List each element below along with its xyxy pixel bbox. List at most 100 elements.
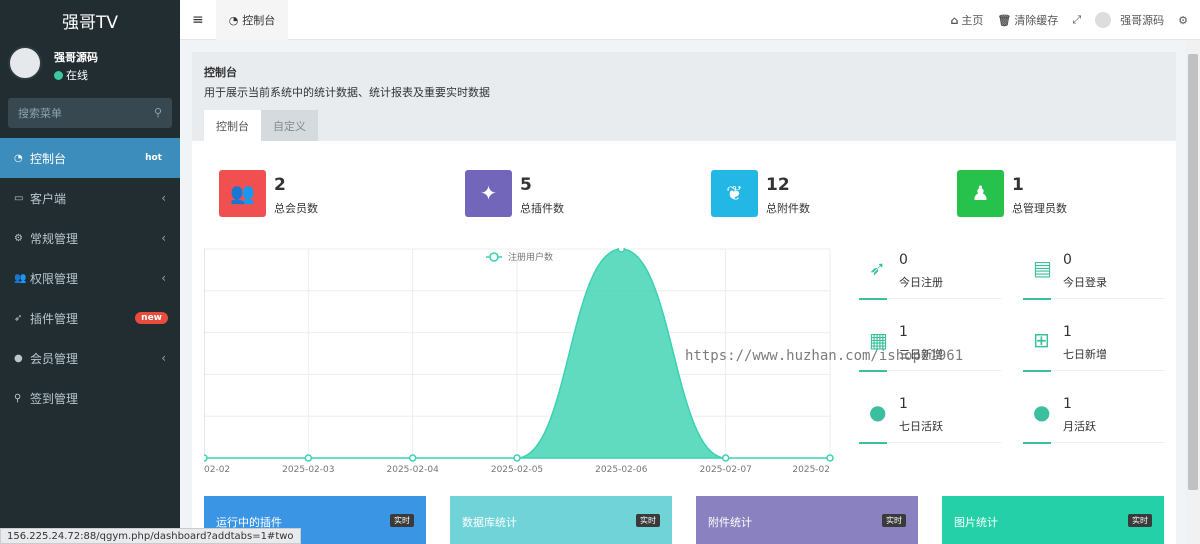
- status-url: 156.225.24.72:88/qgym.php/dashboard?addt…: [0, 528, 301, 544]
- sidebar-item-0[interactable]: ◔ 控制台 hot: [0, 138, 180, 178]
- page-description: 用于展示当前系统中的统计数据、统计报表及重要实时数据: [204, 86, 490, 99]
- fullscreen-icon[interactable]: ⤢: [1072, 13, 1081, 27]
- magic-icon: ✦: [465, 169, 512, 217]
- id-card-icon: ▤: [1033, 256, 1052, 280]
- user-circle-icon: ●: [869, 400, 887, 424]
- search-placeholder: 搜索菜单: [18, 107, 62, 120]
- sidebar-item-3[interactable]: 👥 权限管理 ‹: [0, 258, 180, 298]
- trash-icon: 🗑: [997, 13, 1012, 27]
- dashboard-icon: ◔: [14, 152, 23, 164]
- side-stat-label: 今日登录: [1063, 276, 1107, 289]
- divider: [1023, 298, 1165, 300]
- x-tick-label: 2025-02-04: [387, 465, 440, 475]
- divider: [1023, 442, 1165, 444]
- home-link[interactable]: ⌂ 主页: [950, 12, 983, 28]
- stat-label: 总会员数: [274, 202, 318, 215]
- main-content: 控制台 用于展示当前系统中的统计数据、统计报表及重要实时数据 控制台 自定义 👥…: [192, 52, 1176, 544]
- side-stat-value: 1: [899, 396, 908, 412]
- chevron-left-icon: ‹: [161, 231, 166, 245]
- scrollbar[interactable]: [1186, 40, 1200, 544]
- search-icon[interactable]: ⚲: [154, 106, 162, 119]
- home-label: 主页: [961, 14, 984, 27]
- x-tick-label: 2025-02-05: [491, 465, 543, 475]
- info-card: 图片统计 实时: [942, 496, 1164, 544]
- stat-card: ✦ 5 总插件数: [465, 169, 564, 217]
- sidebar-item-1[interactable]: ▭ 客户端 ‹: [0, 178, 180, 218]
- tab-custom[interactable]: 自定义: [261, 110, 318, 141]
- stat-value: 1: [1012, 175, 1024, 195]
- top-username: 强哥源码: [1120, 14, 1165, 27]
- sidebar: 强哥TV 强哥源码 在线 搜索菜单 ⚲ ◔ 控制台 hot ▭ 客户端 ‹ ⚙ 常规管理 ‹ 👥 权限…: [0, 0, 180, 544]
- group-icon: 👥: [14, 272, 27, 284]
- side-stat: ● 1 七日活跃: [859, 394, 1001, 444]
- stat-label: 总管理员数: [1012, 202, 1067, 215]
- sidebar-item-label: 插件管理: [30, 311, 79, 326]
- user-icon: ♟: [957, 169, 1004, 217]
- side-stat: ➶ 0 今日注册: [859, 250, 1001, 300]
- app-logo[interactable]: 强哥TV: [0, 0, 180, 40]
- stat-value: 12: [766, 175, 790, 195]
- divider: [859, 298, 1001, 300]
- x-tick-label: 2025-02: [792, 465, 830, 475]
- page-tabs: 控制台 自定义: [204, 110, 318, 141]
- data-point: [200, 454, 208, 462]
- side-stat-value: 1: [1063, 324, 1072, 340]
- side-stat: ● 1 月活跃: [1023, 394, 1165, 444]
- tab-dashboard[interactable]: 控制台: [204, 110, 261, 141]
- sidebar-item-label: 签到管理: [30, 391, 79, 406]
- realtime-badge: 实时: [390, 514, 414, 527]
- stat-label: 总插件数: [520, 202, 564, 215]
- sidebar-item-label: 客户端: [30, 191, 67, 206]
- user-circle-icon: ●: [14, 352, 23, 364]
- leaf-icon: ❦: [711, 169, 758, 217]
- watermark: https://www.huzhan.com/ishop21961: [685, 348, 964, 364]
- avatar: [1095, 12, 1112, 28]
- map-marker-icon: ⚲: [14, 392, 22, 404]
- settings-icon[interactable]: ⚙: [1178, 14, 1188, 27]
- tab-dashboard[interactable]: ◔ 控制台: [216, 0, 288, 40]
- sidebar-item-4[interactable]: ➶ 插件管理 new: [0, 298, 180, 338]
- user-menu[interactable]: 强哥源码: [1095, 12, 1164, 28]
- stat-value: 5: [520, 175, 532, 195]
- stat-card: ♟ 1 总管理员数: [957, 169, 1067, 217]
- cogs-icon: ⚙: [14, 232, 23, 244]
- side-stat-label: 七日新增: [1063, 348, 1107, 361]
- stat-card: 👥 2 总会员数: [219, 169, 318, 217]
- side-stat: ⊞ 1 七日新增: [1023, 322, 1165, 372]
- sidebar-item-label: 权限管理: [30, 271, 79, 286]
- legend-label: 注册用户数: [508, 251, 553, 263]
- legend-marker: [489, 252, 499, 262]
- clear-cache-button[interactable]: 🗑 清除缓存: [997, 12, 1058, 28]
- sidebar-item-5[interactable]: ● 会员管理 ‹: [0, 338, 180, 378]
- scrollbar-thumb[interactable]: [1188, 54, 1198, 490]
- x-tick-label: 2025-02-07: [700, 465, 752, 475]
- realtime-badge: 实时: [882, 514, 906, 527]
- realtime-badge: 实时: [1128, 514, 1152, 527]
- stat-cards: 👥 2 总会员数 ✦ 5 总插件数 ❦ 12 总附件数 ♟ 1 总管理员数: [219, 169, 1159, 217]
- sidebar-item-label: 控制台: [30, 151, 67, 166]
- online-dot-icon: [54, 70, 63, 80]
- page-title: 控制台: [204, 66, 237, 79]
- divider: [859, 370, 1001, 372]
- users-icon: 👥: [219, 169, 266, 217]
- side-stat-label: 七日活跃: [899, 420, 943, 433]
- tab-label: 控制台: [242, 14, 276, 27]
- sidebar-item-6[interactable]: ⚲ 签到管理: [0, 378, 180, 418]
- chevron-left-icon: ‹: [161, 271, 166, 285]
- menu-toggle-icon[interactable]: ≡: [192, 12, 204, 28]
- data-point: [617, 245, 626, 253]
- sidebar-item-label: 会员管理: [30, 351, 79, 366]
- data-point: [721, 454, 730, 462]
- inbox-icon: ▭: [14, 192, 24, 204]
- divider: [1023, 370, 1165, 372]
- sidebar-item-2[interactable]: ⚙ 常规管理 ‹: [0, 218, 180, 258]
- user-status-label: 在线: [66, 69, 88, 82]
- rocket-icon: ➶: [869, 256, 886, 280]
- user-name: 强哥源码: [54, 51, 98, 64]
- search-input[interactable]: 搜索菜单 ⚲: [8, 98, 172, 128]
- divider: [859, 442, 1001, 444]
- side-stat-value: 1: [1063, 396, 1072, 412]
- side-stat-value: 1: [899, 324, 908, 340]
- info-card-title: 图片统计: [954, 516, 998, 529]
- stat-value: 2: [274, 175, 286, 195]
